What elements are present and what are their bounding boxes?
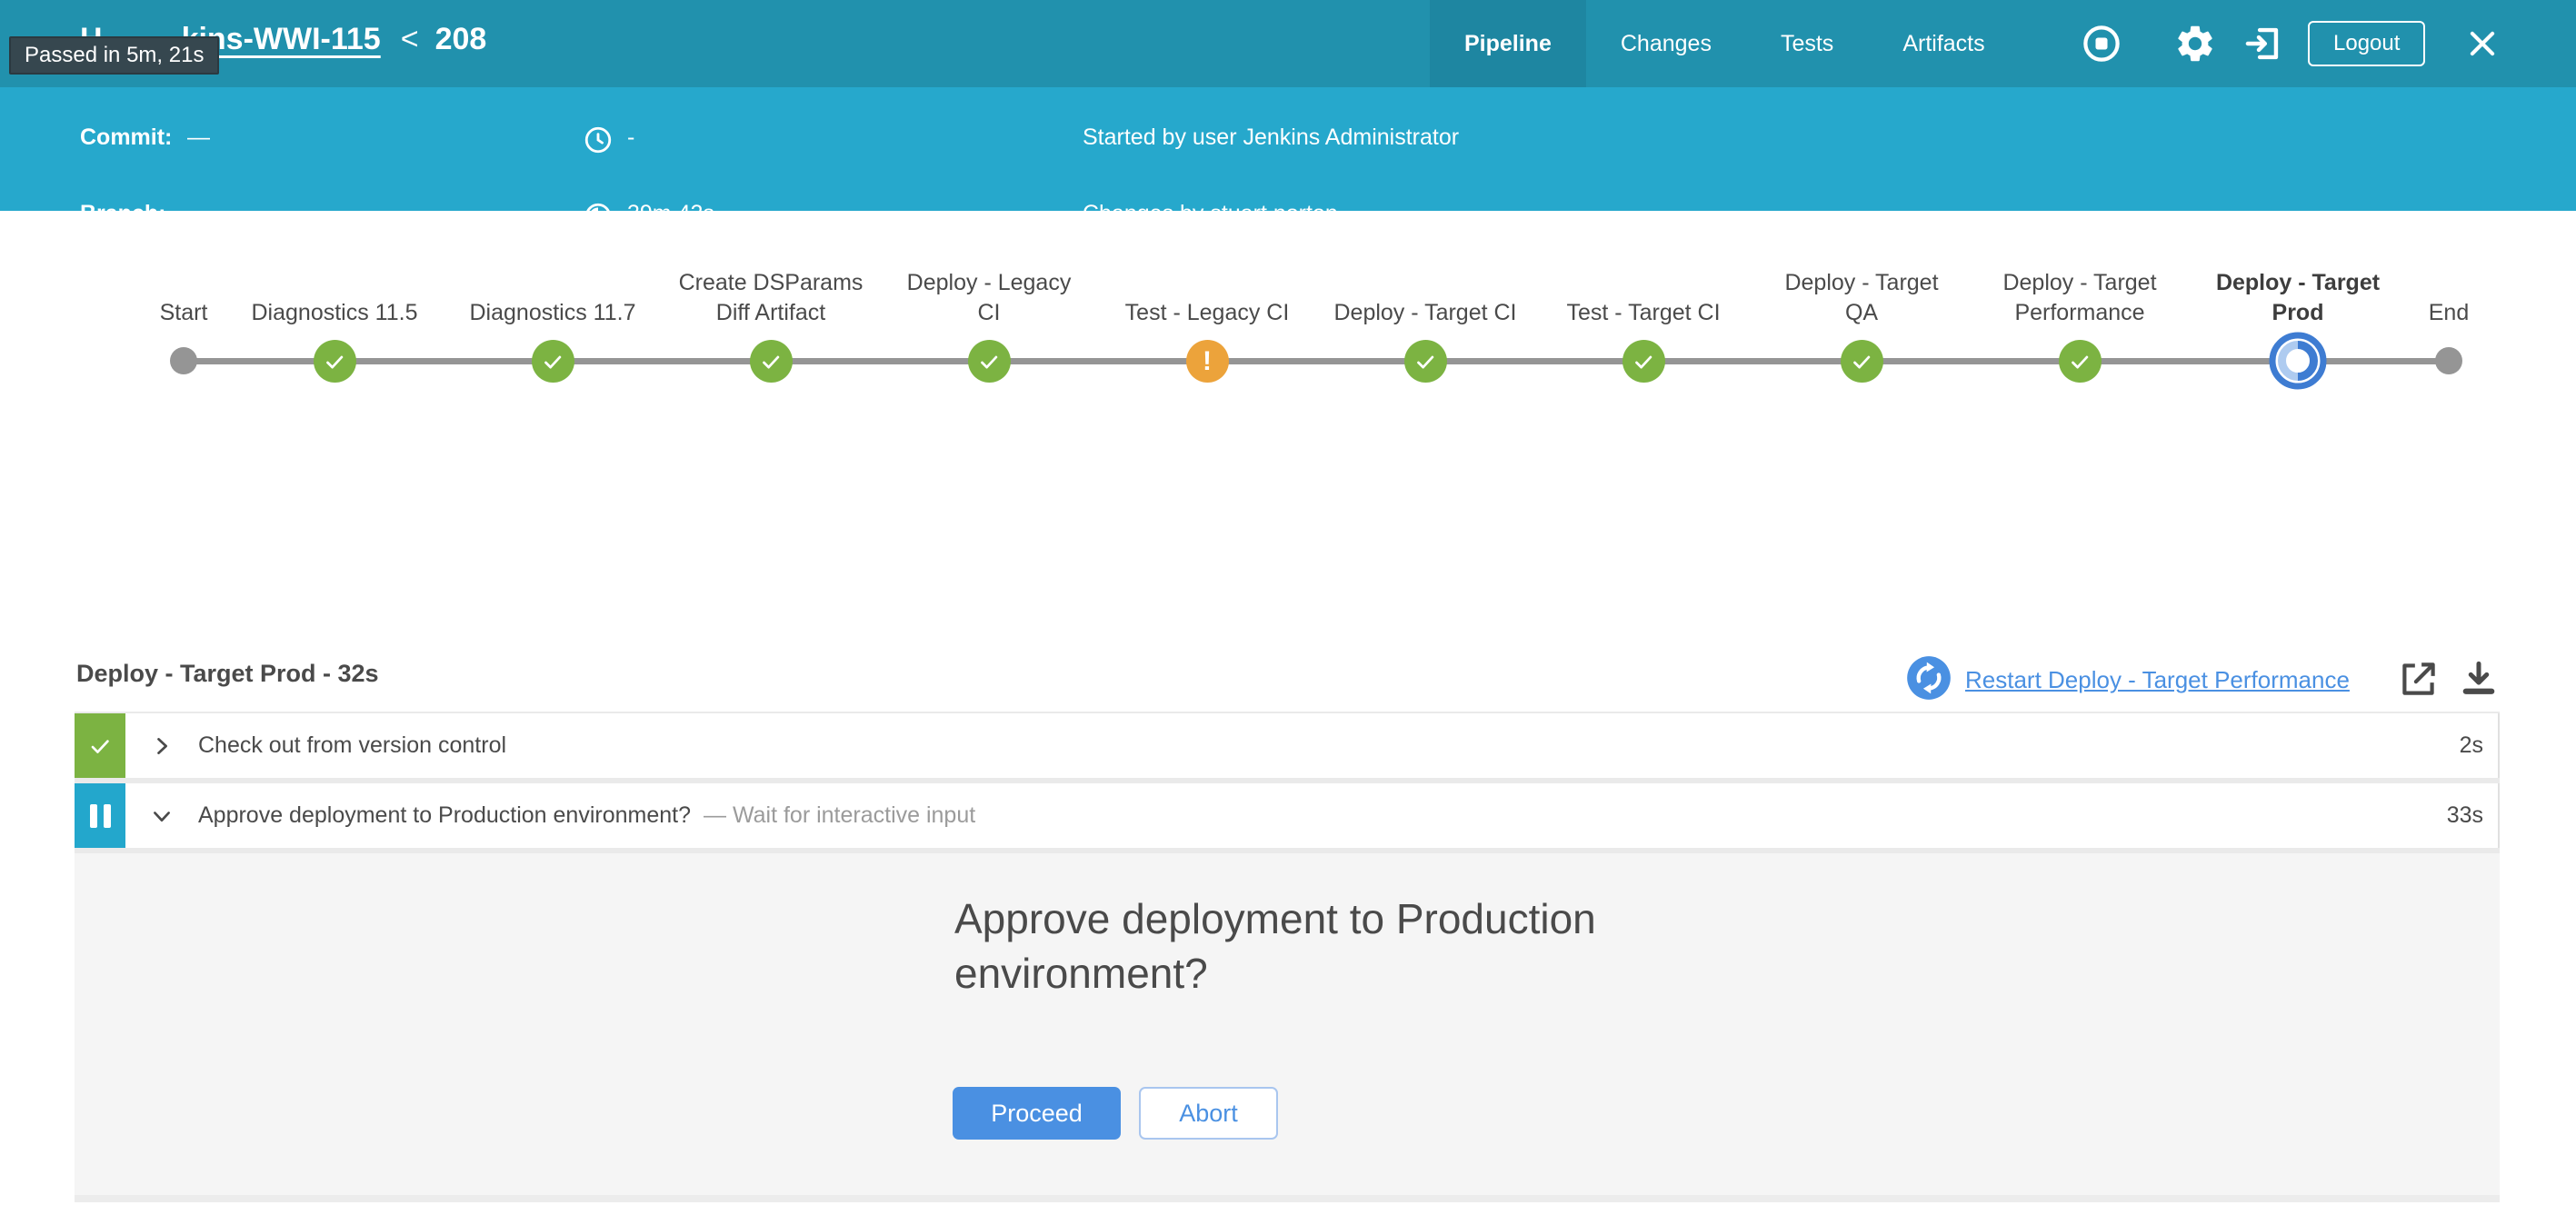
restart-icon[interactable] — [1905, 654, 1952, 706]
tab-tests[interactable]: Tests — [1746, 0, 1868, 87]
stage-node-terminal — [170, 347, 197, 374]
stage-label: Test - Legacy CI — [1089, 298, 1325, 328]
stage-node-terminal — [2435, 347, 2462, 374]
tab-artifacts[interactable]: Artifacts — [1868, 0, 2019, 87]
header-bar: H kins-WWI-115 < 208 PipelineChangesTest… — [0, 0, 2576, 87]
step-status-text: — Wait for interactive input — [704, 802, 975, 829]
chevron-right-icon[interactable] — [149, 733, 175, 759]
step-duration: 33s — [2447, 802, 2483, 829]
stage-node-success[interactable] — [968, 340, 1011, 383]
commit-label: Commit: — [80, 124, 172, 151]
step-success-icon — [75, 713, 125, 778]
proceed-button[interactable]: Proceed — [953, 1087, 1121, 1140]
stage-node-success[interactable] — [314, 340, 356, 383]
run-info-bar: Branch: — Commit: — 39m 42s - Changes by… — [0, 87, 2576, 211]
chevron-down-icon[interactable] — [149, 803, 175, 829]
stage-node-running[interactable] — [2269, 332, 2327, 390]
stage-label: Create DSParams Diff Artifact — [653, 268, 889, 328]
stage-label: Deploy - Target QA — [1743, 268, 1980, 328]
stage-node-success[interactable] — [1841, 340, 1883, 383]
stage-node-success[interactable] — [2059, 340, 2102, 383]
pipeline-graph: StartDiagnostics 11.5Diagnostics 11.7Cre… — [0, 211, 2576, 650]
close-icon[interactable] — [2465, 0, 2500, 87]
step-row[interactable]: Check out from version control 2s — [75, 713, 2500, 778]
step-title: Approve deployment to Production environ… — [198, 802, 691, 829]
duration-tooltip: Passed in 5m, 21s — [9, 36, 219, 75]
run-number: 208 — [435, 22, 487, 57]
stage-label: Test - Target CI — [1525, 298, 1762, 328]
stage-result-title: Deploy - Target Prod - 32s — [76, 660, 379, 688]
back-chevron-icon[interactable]: < — [401, 22, 419, 57]
stage-label: Deploy - Target Performance — [1962, 268, 2198, 328]
restart-stage-link[interactable]: Restart Deploy - Target Performance — [1965, 666, 2350, 694]
input-step-panel: Approve deployment to Production environ… — [75, 853, 2500, 1202]
exit-icon[interactable] — [2242, 0, 2283, 87]
started-by: Started by user Jenkins Administrator — [1083, 124, 1459, 151]
stage-node-success[interactable] — [532, 340, 574, 383]
gear-icon[interactable] — [2173, 0, 2217, 87]
stage-node-success[interactable] — [1404, 340, 1447, 383]
step-row[interactable]: Approve deployment to Production environ… — [75, 783, 2500, 848]
stage-label: End — [2331, 298, 2567, 328]
stage-label: Deploy - Legacy CI — [871, 268, 1107, 328]
stage-node-success[interactable] — [750, 340, 793, 383]
stage-node-unstable[interactable]: ! — [1186, 340, 1229, 383]
step-duration: 2s — [2460, 732, 2483, 759]
stage-node-success[interactable] — [1622, 340, 1665, 383]
step-paused-icon — [75, 783, 125, 848]
header-tabs: PipelineChangesTestsArtifacts — [1430, 0, 2020, 87]
stage-label: Diagnostics 11.5 — [216, 298, 453, 328]
input-prompt-message: Approve deployment to Production environ… — [954, 891, 1654, 1001]
pipeline-connector-line — [184, 358, 2449, 364]
open-in-new-icon[interactable] — [2396, 656, 2441, 706]
tab-changes[interactable]: Changes — [1586, 0, 1746, 87]
stage-label: Deploy - Target CI — [1307, 298, 1543, 328]
commit-value: — — [187, 124, 210, 151]
download-log-icon[interactable] — [2456, 656, 2501, 706]
stop-build-icon[interactable] — [2081, 0, 2122, 87]
abort-button[interactable]: Abort — [1139, 1087, 1278, 1140]
clock-icon — [583, 124, 614, 155]
step-list: Check out from version control 2s Approve … — [75, 712, 2500, 1202]
restart-stage-row: Restart Deploy - Target Performance — [1905, 654, 2350, 706]
tab-pipeline[interactable]: Pipeline — [1430, 0, 1586, 87]
estimated-value: - — [627, 124, 634, 151]
logout-button[interactable]: Logout — [2308, 21, 2425, 66]
step-title: Check out from version control — [198, 732, 506, 759]
stage-label: Diagnostics 11.7 — [434, 298, 671, 328]
